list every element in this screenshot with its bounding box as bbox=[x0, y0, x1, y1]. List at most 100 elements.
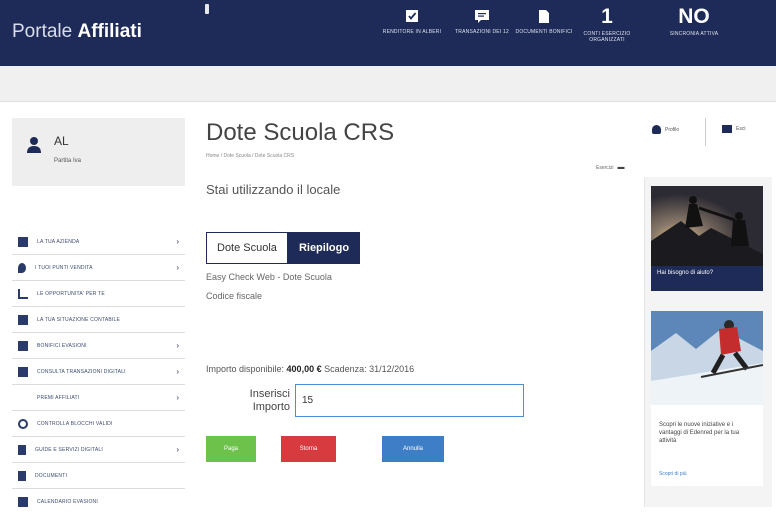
esercizi-dropdown[interactable]: Esercizi ▬ bbox=[596, 164, 625, 171]
sidebar-item-calendario[interactable]: CALENDARIO EVASIONI bbox=[12, 489, 185, 512]
promo-card[interactable]: Scopri le nuove iniziative e i vantaggi … bbox=[651, 311, 763, 486]
nav-label: SINCRONIA ATTIVA bbox=[669, 31, 719, 37]
amount-prefix: Importo disponibile: bbox=[206, 364, 287, 374]
cancel-button[interactable]: Annulla bbox=[382, 436, 444, 462]
clock-icon bbox=[18, 418, 28, 429]
logo-text-light: Portale bbox=[12, 21, 78, 42]
nav-count: 1 bbox=[601, 5, 613, 28]
home-icon bbox=[652, 125, 661, 134]
sidebar-menu: LA TUA AZIENDA › I TUOI PUNTI VENDITA › … bbox=[12, 229, 185, 512]
folder-icon bbox=[18, 340, 28, 351]
calculator-icon bbox=[18, 314, 28, 325]
nav-label: CONTI ESERCIZIO ORGANIZZATI bbox=[583, 31, 631, 43]
sidebar-item-label: I TUOI PUNTI VENDITA bbox=[35, 264, 93, 271]
logout-icon bbox=[722, 125, 732, 133]
sidebar-item-label: CONTROLLA BLOCCHI VALIDI bbox=[37, 420, 113, 427]
sidebar-item-situazione-contabile[interactable]: LA TUA SITUAZIONE CONTABILE bbox=[12, 307, 185, 333]
nav-label: RENDITORE IN ALBERI bbox=[382, 29, 442, 35]
chevron-right-icon: › bbox=[176, 263, 179, 272]
sidebar-item-label: CALENDARIO EVASIONI bbox=[37, 498, 98, 505]
tab-bar: Dote Scuola Riepilogo bbox=[206, 232, 361, 264]
logout-link-label: Esci bbox=[736, 126, 746, 132]
fiscal-code-label: Codice fiscale bbox=[206, 291, 263, 301]
nav-transazioni[interactable]: TRANSAZIONI DEI 12 bbox=[452, 6, 512, 35]
sidebar-item-punti-vendita[interactable]: I TUOI PUNTI VENDITA › bbox=[12, 255, 185, 281]
sidebar-item-label: GUIDE E SERVIZI DIGITALI bbox=[35, 446, 103, 453]
amount-input-label: Inserisci Importo bbox=[232, 388, 290, 414]
logo-text-bold: Affiliati bbox=[77, 21, 142, 42]
help-card[interactable]: Hai bisogno di aiuto? bbox=[651, 186, 763, 291]
locale-notice: Stai utilizzando il locale bbox=[206, 182, 341, 197]
available-amount: Importo disponibile: 400,00 € Scadenza: … bbox=[206, 364, 414, 374]
calendar-icon bbox=[18, 496, 28, 507]
user-icon bbox=[26, 136, 42, 159]
sidebar-item-azienda[interactable]: LA TUA AZIENDA › bbox=[12, 229, 185, 255]
nav-sincronia[interactable]: NO SINCRONIA ATTIVA bbox=[664, 5, 724, 38]
breadcrumb[interactable]: Home / Dote Scuola / Dote Scuola CRS bbox=[206, 153, 294, 159]
chevron-right-icon: › bbox=[176, 393, 179, 402]
logout-link[interactable]: Esci bbox=[722, 125, 745, 133]
sidebar-item-label: LA TUA SITUAZIONE CONTABILE bbox=[37, 316, 121, 323]
label-line-2: Importo bbox=[252, 401, 290, 413]
profile-link-label: Profilo bbox=[665, 126, 680, 133]
sidebar-item-label: LE OPPORTUNITA' PER TE bbox=[37, 290, 105, 297]
nav-status-value: NO bbox=[678, 5, 710, 28]
pin-icon bbox=[205, 4, 209, 14]
sidebar-item-guide[interactable]: GUIDE E SERVIZI DIGITALI › bbox=[12, 437, 185, 463]
header-separator bbox=[705, 118, 706, 146]
sidebar-item-transazioni[interactable]: CONSULTA TRANSAZIONI DIGITALI › bbox=[12, 359, 185, 385]
nav-renditore[interactable]: RENDITORE IN ALBERI bbox=[382, 6, 442, 35]
chevron-right-icon: › bbox=[176, 237, 179, 246]
portal-logo[interactable]: Portale Affiliati bbox=[12, 21, 142, 43]
profile-link[interactable]: Profilo bbox=[652, 125, 679, 134]
nav-label: DOCUMENTI BONIFICI bbox=[515, 29, 573, 35]
nav-label: TRANSAZIONI DEI 12 bbox=[455, 29, 509, 35]
sidebar-item-documenti[interactable]: DOCUMENTI bbox=[12, 463, 185, 489]
chevron-down-icon: ▬ bbox=[617, 164, 625, 171]
promo-card-text: Scopri le nuove iniziative e i vantaggi … bbox=[659, 422, 740, 444]
nav-conti[interactable]: 1 CONTI ESERCIZIO ORGANIZZATI bbox=[577, 5, 637, 44]
sidebar-item-premi[interactable]: PREMI AFFILIATI › bbox=[12, 385, 185, 411]
label-line-1: Inserisci bbox=[249, 388, 290, 400]
sidebar-item-label: CONSULTA TRANSAZIONI DIGITALI bbox=[37, 368, 126, 375]
secondary-band bbox=[0, 66, 776, 102]
climbing-help-image bbox=[651, 186, 763, 266]
chart-icon bbox=[18, 288, 28, 299]
dropdown-label: Esercizi bbox=[596, 165, 614, 171]
user-name: AL bbox=[54, 134, 69, 148]
chevron-right-icon: › bbox=[176, 367, 179, 376]
chevron-right-icon: › bbox=[176, 341, 179, 350]
tab-riepilogo[interactable]: Riepilogo bbox=[287, 232, 361, 264]
page-title: Dote Scuola CRS bbox=[206, 119, 395, 146]
check-square-icon bbox=[18, 366, 28, 377]
sidebar-item-opportunita[interactable]: LE OPPORTUNITA' PER TE bbox=[12, 281, 185, 307]
sidebar-item-blocchi[interactable]: CONTROLLA BLOCCHI VALIDI bbox=[12, 411, 185, 437]
sidebar-item-label: LA TUA AZIENDA bbox=[37, 238, 80, 245]
pay-button[interactable]: Paga bbox=[206, 436, 256, 462]
skier-image bbox=[651, 311, 763, 405]
map-pin-icon bbox=[18, 262, 26, 273]
amount-value: 400,00 € bbox=[286, 364, 322, 374]
sidebar-item-label: BONIFICI EVASIONI bbox=[37, 342, 87, 349]
promo-card-link[interactable]: Scopri di più bbox=[659, 471, 687, 477]
building-icon bbox=[18, 236, 28, 247]
nav-documenti[interactable]: DOCUMENTI BONIFICI bbox=[514, 6, 574, 35]
help-card-caption: Hai bisogno di aiuto? bbox=[657, 270, 714, 276]
chevron-right-icon: › bbox=[176, 445, 179, 454]
download-icon bbox=[18, 470, 26, 481]
document-icon bbox=[534, 6, 554, 26]
sidebar-item-label: DOCUMENTI bbox=[35, 472, 68, 479]
amount-expiry: Scadenza: 31/12/2016 bbox=[321, 364, 415, 374]
top-navigation-bar: Portale Affiliati RENDITORE IN ALBERI TR… bbox=[0, 0, 776, 66]
sidebar-item-label: PREMI AFFILIATI bbox=[37, 394, 80, 401]
tab-dote-scuola[interactable]: Dote Scuola bbox=[206, 232, 288, 264]
amount-input[interactable] bbox=[295, 384, 524, 417]
user-role: Partita Iva bbox=[54, 158, 82, 164]
check-square-icon bbox=[402, 6, 422, 26]
reverse-button[interactable]: Storna bbox=[281, 436, 336, 462]
sidebar-item-bonifici[interactable]: BONIFICI EVASIONI › bbox=[12, 333, 185, 359]
download-icon bbox=[18, 444, 26, 455]
chat-icon bbox=[472, 6, 492, 26]
service-name: Easy Check Web - Dote Scuola bbox=[206, 272, 332, 282]
user-box: AL Partita Iva bbox=[12, 118, 185, 186]
